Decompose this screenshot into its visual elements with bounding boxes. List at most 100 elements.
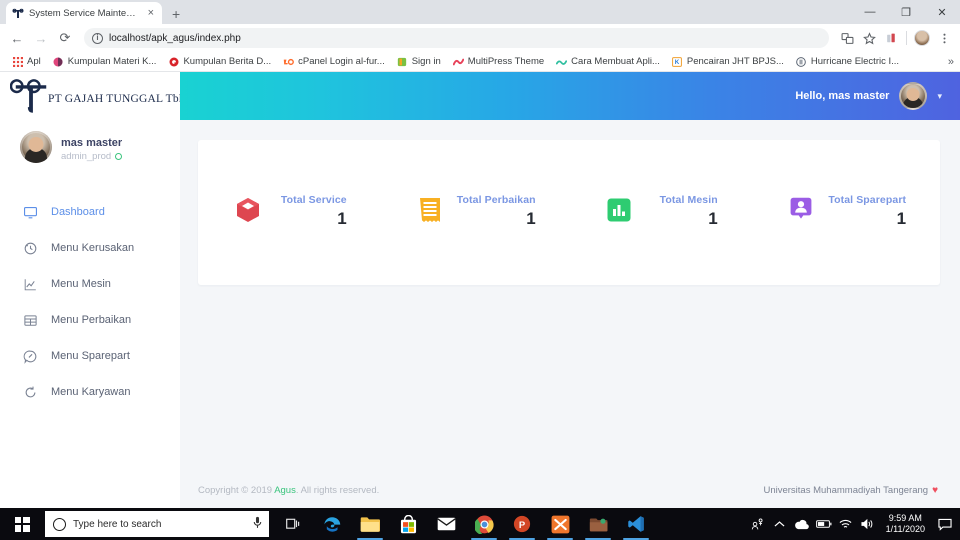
back-icon[interactable]: ← (6, 27, 28, 49)
reload-icon[interactable]: ⟳ (54, 27, 76, 49)
microsoft-edge-icon[interactable] (313, 508, 351, 540)
translate-icon[interactable] (837, 28, 857, 48)
stat-value: 1 (708, 209, 718, 228)
sidebar-nav: Dashboard Menu Kerusakan Menu Mesin Menu… (0, 194, 180, 410)
cpanel-icon (283, 56, 295, 67)
new-tab-button[interactable]: + (172, 7, 180, 21)
bookmark-item[interactable]: cPanel Login al-fur... (277, 53, 391, 71)
stat-total-mesin[interactable]: Total Mesin 1 (569, 190, 755, 235)
microphone-icon[interactable] (253, 516, 262, 532)
google-chrome-icon[interactable] (465, 508, 503, 540)
greeting-text: Hello, mas master (795, 90, 890, 102)
address-bar[interactable]: i localhost/apk_agus/index.php (84, 28, 829, 48)
close-window-button[interactable]: ✕ (924, 0, 960, 24)
stat-label: Total Sparepart (828, 194, 907, 206)
bookmark-label: Cara Membuat Apli... (571, 56, 660, 67)
maximize-button[interactable]: ❐ (888, 0, 924, 24)
sidebar-item-mesin[interactable]: Menu Mesin (0, 266, 180, 302)
bookmarks-overflow-icon[interactable]: » (948, 56, 954, 68)
sidebar-item-kerusakan[interactable]: Menu Kerusakan (0, 230, 180, 266)
onedrive-icon[interactable] (791, 508, 813, 540)
task-view-icon[interactable] (275, 508, 313, 540)
svg-text:P: P (519, 520, 525, 531)
sidebar-item-label: Menu Perbaikan (51, 314, 132, 326)
tab-close-icon[interactable]: × (146, 7, 156, 19)
sidebar-item-sparepart[interactable]: Menu Sparepart (0, 338, 180, 374)
site-icon (452, 56, 464, 67)
stat-total-sparepart[interactable]: Total Sparepart 1 (755, 190, 941, 235)
header-avatar[interactable] (899, 82, 928, 110)
bookmark-item[interactable]: Apl (6, 53, 47, 71)
taskbar-clock[interactable]: 9:59 AM 1/11/2020 (879, 513, 932, 536)
search-placeholder: Type here to search (73, 518, 162, 530)
browser-tab[interactable]: System Service Maintenance × (6, 2, 162, 24)
box-3d-icon (235, 197, 261, 223)
package-folder-icon[interactable] (579, 508, 617, 540)
brand-logo[interactable]: PT GAJAH TUNGGAL Tbk (0, 72, 185, 122)
chrome-menu-icon[interactable] (934, 28, 954, 48)
clock-time: 9:59 AM (888, 512, 922, 523)
avatar (20, 131, 52, 163)
bookmark-item[interactable]: Hurricane Electric I... (790, 53, 905, 71)
system-tray: 9:59 AM 1/11/2020 (747, 508, 960, 540)
search-input[interactable]: Type here to search (45, 511, 269, 537)
bookmark-label: Hurricane Electric I... (810, 56, 900, 67)
start-button[interactable] (0, 508, 44, 540)
volume-icon[interactable] (857, 508, 879, 540)
bookmark-item[interactable]: Kumpulan Berita D... (162, 53, 277, 71)
stat-value: 1 (337, 209, 347, 228)
line-chart-icon (22, 276, 38, 292)
sidebar: PT GAJAH TUNGGAL Tbk mas master admin_pr… (0, 72, 185, 508)
bookmark-label: Apl (27, 56, 41, 67)
university-credit: Universitas Muhammadiyah Tangerang ♥ (763, 485, 938, 496)
stat-label: Total Mesin (659, 194, 718, 206)
bookmark-item[interactable]: K Pencairan JHT BPJS... (666, 53, 790, 71)
site-info-icon[interactable]: i (92, 32, 103, 44)
bookmark-star-icon[interactable] (859, 28, 879, 48)
mail-icon[interactable] (427, 508, 465, 540)
people-share-icon[interactable] (747, 508, 769, 540)
sidebar-profile[interactable]: mas master admin_prod (0, 122, 180, 172)
extension-icon[interactable] (881, 28, 901, 48)
xampp-icon[interactable] (541, 508, 579, 540)
action-center-icon[interactable] (932, 508, 958, 540)
file-explorer-icon[interactable] (351, 508, 389, 540)
stat-value: 1 (896, 209, 907, 228)
sidebar-item-label: Menu Mesin (51, 278, 111, 290)
stat-total-service[interactable]: Total Service 1 (198, 190, 384, 235)
wifi-icon[interactable] (835, 508, 857, 540)
minimize-button[interactable]: — (852, 0, 888, 24)
page-viewport: PT GAJAH TUNGGAL Tbk mas master admin_pr… (0, 72, 960, 508)
main-area: Hello, mas master ▾ Total Service 1 Tota… (180, 72, 960, 508)
bookmark-item[interactable]: Cara Membuat Apli... (550, 53, 666, 71)
window-controls: — ❐ ✕ (852, 0, 960, 24)
history-icon (22, 240, 38, 256)
forward-icon[interactable]: → (30, 27, 52, 49)
tag-icon (22, 348, 38, 364)
sidebar-item-perbaikan[interactable]: Menu Perbaikan (0, 302, 180, 338)
sidebar-item-karyawan[interactable]: Menu Karyawan (0, 374, 180, 410)
show-hidden-icons[interactable] (769, 508, 791, 540)
table-icon (22, 312, 38, 328)
stat-total-perbaikan[interactable]: Total Perbaikan 1 (384, 190, 570, 235)
apps-grid-icon (12, 56, 23, 67)
clock-date: 1/11/2020 (885, 524, 925, 534)
bookmark-item[interactable]: MultiPress Theme (447, 53, 550, 71)
heart-icon: ♥ (932, 484, 938, 496)
bookmarks-bar: Apl Kumpulan Materi K... Kumpulan Berita… (0, 52, 960, 72)
battery-icon[interactable] (813, 508, 835, 540)
microsoft-store-icon[interactable] (389, 508, 427, 540)
content-area: Total Service 1 Total Perbaikan 1 Total … (180, 120, 960, 472)
chevron-down-icon[interactable]: ▾ (937, 91, 942, 102)
svg-text:K: K (675, 59, 680, 66)
profile-role: admin_prod (61, 151, 123, 162)
site-icon (53, 56, 64, 67)
powerpoint-icon[interactable]: P (503, 508, 541, 540)
bookmark-item[interactable]: Sign in (391, 53, 447, 71)
vs-code-icon[interactable] (617, 508, 655, 540)
browser-toolbar: ← → ⟳ i localhost/apk_agus/index.php (0, 24, 960, 52)
bookmark-item[interactable]: Kumpulan Materi K... (47, 53, 163, 71)
copyright-author[interactable]: Agus (274, 485, 296, 496)
profile-avatar[interactable] (912, 28, 932, 48)
sidebar-item-dashboard[interactable]: Dashboard (0, 194, 180, 230)
